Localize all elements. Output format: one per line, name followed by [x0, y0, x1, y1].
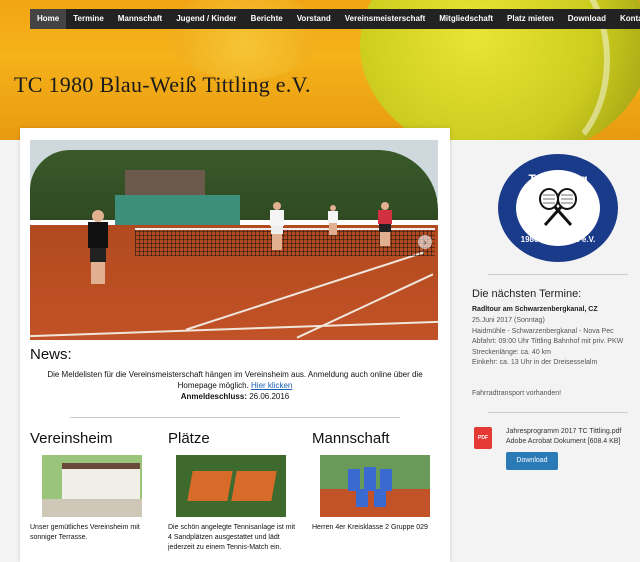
download-button[interactable]: Download — [506, 452, 558, 470]
main-nav: Home Termine Mannschaft Jugend / Kinder … — [30, 9, 640, 29]
club-logo[interactable]: TC Tittling 1980 Blau-Weiß e.V. — [498, 154, 618, 262]
nav-item-berichte[interactable]: Berichte — [244, 9, 290, 29]
column-mannschaft: Mannschaft Herren 4er Kreisklasse 2 Grup… — [312, 430, 442, 533]
event-line: Einkehr: ca. 13 Uhr in der Dreisesselalm — [472, 359, 598, 366]
event-details: 25.Juni 2017 (Sonntag) Haidmühle - Schwa… — [472, 316, 632, 369]
news-heading: News: — [30, 346, 72, 363]
file-name[interactable]: Jahresprogramm 2017 TC Tittling.pdf — [506, 428, 621, 435]
column-title: Plätze — [168, 430, 210, 447]
nav-item-mitgliedschaft[interactable]: Mitgliedschaft — [432, 9, 500, 29]
sidebar: TC Tittling 1980 Blau-Weiß e.V. Die näch… — [468, 140, 628, 562]
event-title: Radltour am Schwarzenbergkanal, CZ — [472, 306, 598, 313]
event-line: 25.Juni 2017 (Sonntag) — [472, 317, 545, 324]
pdf-icon: PDF — [474, 427, 492, 449]
column-text: Herren 4er Kreisklasse 2 Gruppe 029 — [312, 524, 428, 531]
slideshow-next-button[interactable]: › — [418, 235, 432, 249]
logo-text-top: TC Tittling — [528, 172, 588, 186]
event-line: Haidmühle - Schwarzenbergkanal - Nova Pe… — [472, 327, 614, 335]
mannschaft-image[interactable] — [320, 455, 430, 517]
nav-item-download[interactable]: Download — [561, 9, 613, 29]
event-line: Streckenlänge: ca. 40 km — [472, 348, 551, 356]
nav-item-termine[interactable]: Termine — [66, 9, 111, 29]
file-meta: Adobe Acrobat Dokument [608.4 KB] — [506, 438, 621, 445]
nav-item-platz-mieten[interactable]: Platz mieten — [500, 9, 561, 29]
deadline-label: Anmeldeschluss: — [180, 392, 247, 401]
column-text: Unser gemütliches Vereinsheim mit sonnig… — [30, 524, 140, 541]
column-vereinsheim: Vereinsheim Unser gemütliches Vereinshei… — [30, 430, 160, 543]
crossed-rackets-icon — [539, 188, 577, 226]
nav-item-home[interactable]: Home — [30, 9, 67, 29]
event-line: Abfahrt: 09:00 Uhr Tittling Bahnhof mit … — [472, 338, 624, 345]
news-body: Die Meldelisten für die Vereinsmeistersc… — [47, 370, 423, 390]
plaetze-image[interactable] — [176, 455, 286, 517]
divider — [488, 274, 628, 275]
logo-text-bottom: 1980 Blau-Weiß e.V. — [520, 235, 596, 244]
nav-item-kontakt[interactable]: Kontakt — [613, 9, 640, 29]
header-banner: Home Termine Mannschaft Jugend / Kinder … — [0, 0, 640, 140]
nav-item-vereinsmeisterschaft[interactable]: Vereinsmeisterschaft — [338, 9, 433, 29]
vereinsheim-image[interactable] — [42, 455, 142, 517]
divider — [488, 412, 628, 413]
main-content: › News: Die Meldelisten für die Vereinsm… — [20, 128, 450, 562]
news-link[interactable]: Hier klicken — [251, 381, 292, 390]
divider — [70, 417, 400, 418]
news-text: Die Meldelisten für die Vereinsmeistersc… — [30, 369, 440, 391]
news-deadline: Anmeldeschluss: 26.06.2016 — [30, 392, 440, 401]
column-text: Die schön angelegte Tennisanlage ist mit… — [168, 524, 296, 551]
column-title: Mannschaft — [312, 430, 390, 447]
column-title: Vereinsheim — [30, 430, 113, 447]
event-transport: Fahrradtransport vorhanden! — [472, 390, 562, 397]
column-plaetze: Plätze Die schön angelegte Tennisanlage … — [168, 430, 298, 553]
deadline-value: 26.06.2016 — [249, 392, 290, 401]
slideshow-image: › — [30, 140, 438, 340]
site-title[interactable]: TC 1980 Blau-Weiß Tittling e.V. — [14, 72, 311, 98]
events-heading: Die nächsten Termine: — [472, 288, 582, 300]
nav-item-vorstand[interactable]: Vorstand — [290, 9, 338, 29]
nav-item-jugend[interactable]: Jugend / Kinder — [169, 9, 243, 29]
nav-item-mannschaft[interactable]: Mannschaft — [111, 9, 169, 29]
